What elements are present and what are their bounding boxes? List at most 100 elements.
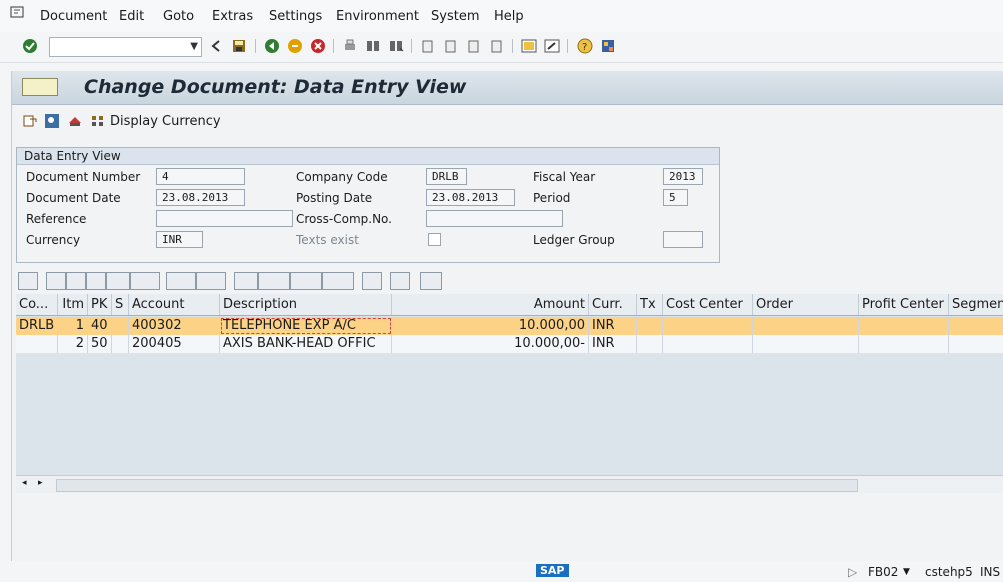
period-field[interactable]: 5 — [663, 189, 688, 206]
table-row[interactable]: DRLB 1 40 400302 TELEPHONE EXP A/C 10.00… — [16, 317, 1003, 335]
first-page-icon[interactable] — [420, 38, 436, 54]
column-header[interactable]: Tx — [637, 294, 663, 315]
menu-help[interactable]: Help — [494, 9, 524, 24]
texts-exist-checkbox[interactable] — [428, 233, 441, 246]
taxes-icon[interactable] — [67, 113, 83, 129]
cell-company-code[interactable]: DRLB — [16, 317, 58, 335]
status-expand-icon[interactable]: ▷ — [848, 565, 857, 579]
column-header[interactable]: S — [112, 294, 129, 315]
shortcut-icon[interactable] — [544, 38, 560, 54]
cell-item[interactable]: 2 — [58, 335, 88, 353]
cell-profit-center[interactable] — [859, 335, 949, 353]
find-next-icon[interactable] — [388, 38, 404, 54]
company-code-field[interactable]: DRLB — [426, 168, 467, 185]
column-header[interactable]: Description — [220, 294, 392, 315]
cell-special-gl[interactable] — [112, 335, 129, 353]
column-header[interactable]: Account — [129, 294, 220, 315]
set-filter-icon[interactable] — [130, 272, 160, 290]
chevron-down-icon[interactable]: ▼ — [903, 567, 910, 577]
ledger-group-field[interactable] — [663, 231, 703, 248]
transaction-code[interactable]: FB02 — [868, 565, 898, 579]
menu-settings[interactable]: Settings — [269, 9, 322, 24]
column-header[interactable]: Order — [753, 294, 859, 315]
create-session-icon[interactable] — [521, 38, 537, 54]
views-icon[interactable] — [258, 272, 290, 290]
cell-description[interactable]: AXIS BANK-HEAD OFFIC — [220, 335, 392, 353]
back-arrow-icon[interactable] — [208, 38, 224, 54]
column-header[interactable]: Cost Center — [663, 294, 753, 315]
cell-order[interactable] — [753, 335, 859, 353]
currency-field[interactable]: INR — [156, 231, 203, 248]
find-next-grid-icon[interactable] — [106, 272, 130, 290]
cell-profit-center[interactable] — [859, 317, 949, 335]
other-document-icon[interactable] — [22, 113, 38, 129]
find-grid-icon[interactable] — [86, 272, 106, 290]
scrollbar-thumb[interactable] — [56, 479, 858, 492]
cell-description[interactable]: TELEPHONE EXP A/C — [220, 317, 392, 335]
cell-posting-key[interactable]: 50 — [88, 335, 112, 353]
color-icon[interactable] — [420, 272, 442, 290]
chevron-down-icon[interactable]: ▼ — [190, 41, 198, 52]
customize-layout-icon[interactable] — [600, 38, 616, 54]
column-header[interactable]: Segment — [949, 294, 1003, 315]
display-currency-icon[interactable] — [90, 113, 106, 129]
cross-comp-field[interactable] — [426, 210, 563, 227]
cell-tax[interactable] — [637, 317, 663, 335]
info-icon[interactable] — [390, 272, 410, 290]
menu-document[interactable]: Document — [40, 9, 107, 24]
cell-currency[interactable]: INR — [589, 335, 637, 353]
cell-posting-key[interactable]: 40 — [88, 317, 112, 335]
cell-item[interactable]: 1 — [58, 317, 88, 335]
input-mode[interactable]: INS — [980, 565, 1000, 579]
cell-currency[interactable]: INR — [589, 317, 637, 335]
menu-system[interactable]: System — [431, 9, 479, 24]
document-number-field[interactable]: 4 — [156, 168, 245, 185]
cell-amount[interactable]: 10.000,00 — [392, 317, 589, 335]
column-header[interactable]: PK — [88, 294, 112, 315]
display-overview-icon[interactable] — [44, 113, 60, 129]
cell-cost-center[interactable] — [663, 317, 753, 335]
screen-menu-icon[interactable] — [22, 78, 58, 96]
column-header[interactable]: Co... — [16, 294, 58, 315]
column-header[interactable]: Profit Center — [859, 294, 949, 315]
scroll-right-icon[interactable]: ▸ — [38, 478, 43, 488]
document-date-field[interactable]: 23.08.2013 — [156, 189, 245, 206]
help-icon[interactable]: ? — [577, 38, 593, 54]
graphic-icon[interactable] — [362, 272, 382, 290]
print-grid-icon[interactable] — [234, 272, 258, 290]
cell-company-code[interactable] — [16, 335, 58, 353]
column-header[interactable]: Amount — [392, 294, 589, 315]
fiscal-year-field[interactable]: 2013 — [663, 168, 703, 185]
details-icon[interactable] — [18, 272, 38, 290]
horizontal-scrollbar[interactable]: ◂ ▸ — [16, 475, 1003, 493]
menu-extras[interactable]: Extras — [212, 9, 253, 24]
previous-page-icon[interactable] — [443, 38, 459, 54]
scroll-left-icon[interactable]: ◂ — [22, 478, 27, 488]
cell-segment[interactable] — [949, 317, 1003, 335]
cancel-icon[interactable] — [310, 38, 326, 54]
exit-icon[interactable] — [287, 38, 303, 54]
sum-icon[interactable] — [166, 272, 196, 290]
cell-amount[interactable]: 10.000,00- — [392, 335, 589, 353]
menu-edit[interactable]: Edit — [119, 9, 144, 24]
menu-environment[interactable]: Environment — [336, 9, 419, 24]
find-icon[interactable] — [365, 38, 381, 54]
layout-icon[interactable] — [322, 272, 354, 290]
reference-field[interactable] — [156, 210, 293, 227]
cell-account[interactable]: 200405 — [129, 335, 220, 353]
display-currency-button[interactable]: Display Currency — [110, 114, 221, 129]
save-icon[interactable] — [231, 38, 247, 54]
cell-order[interactable] — [753, 317, 859, 335]
cell-special-gl[interactable] — [112, 317, 129, 335]
cell-tax[interactable] — [637, 335, 663, 353]
print-preview-icon[interactable] — [46, 272, 66, 290]
print-icon[interactable] — [342, 38, 358, 54]
filter-icon[interactable] — [66, 272, 86, 290]
command-field[interactable]: ▼ — [49, 37, 202, 57]
cell-segment[interactable] — [949, 335, 1003, 353]
back-icon[interactable] — [264, 38, 280, 54]
table-row[interactable]: 2 50 200405 AXIS BANK-HEAD OFFIC 10.000,… — [16, 335, 1003, 353]
enter-check-icon[interactable] — [22, 38, 38, 54]
cell-account[interactable]: 400302 — [129, 317, 220, 335]
cell-cost-center[interactable] — [663, 335, 753, 353]
